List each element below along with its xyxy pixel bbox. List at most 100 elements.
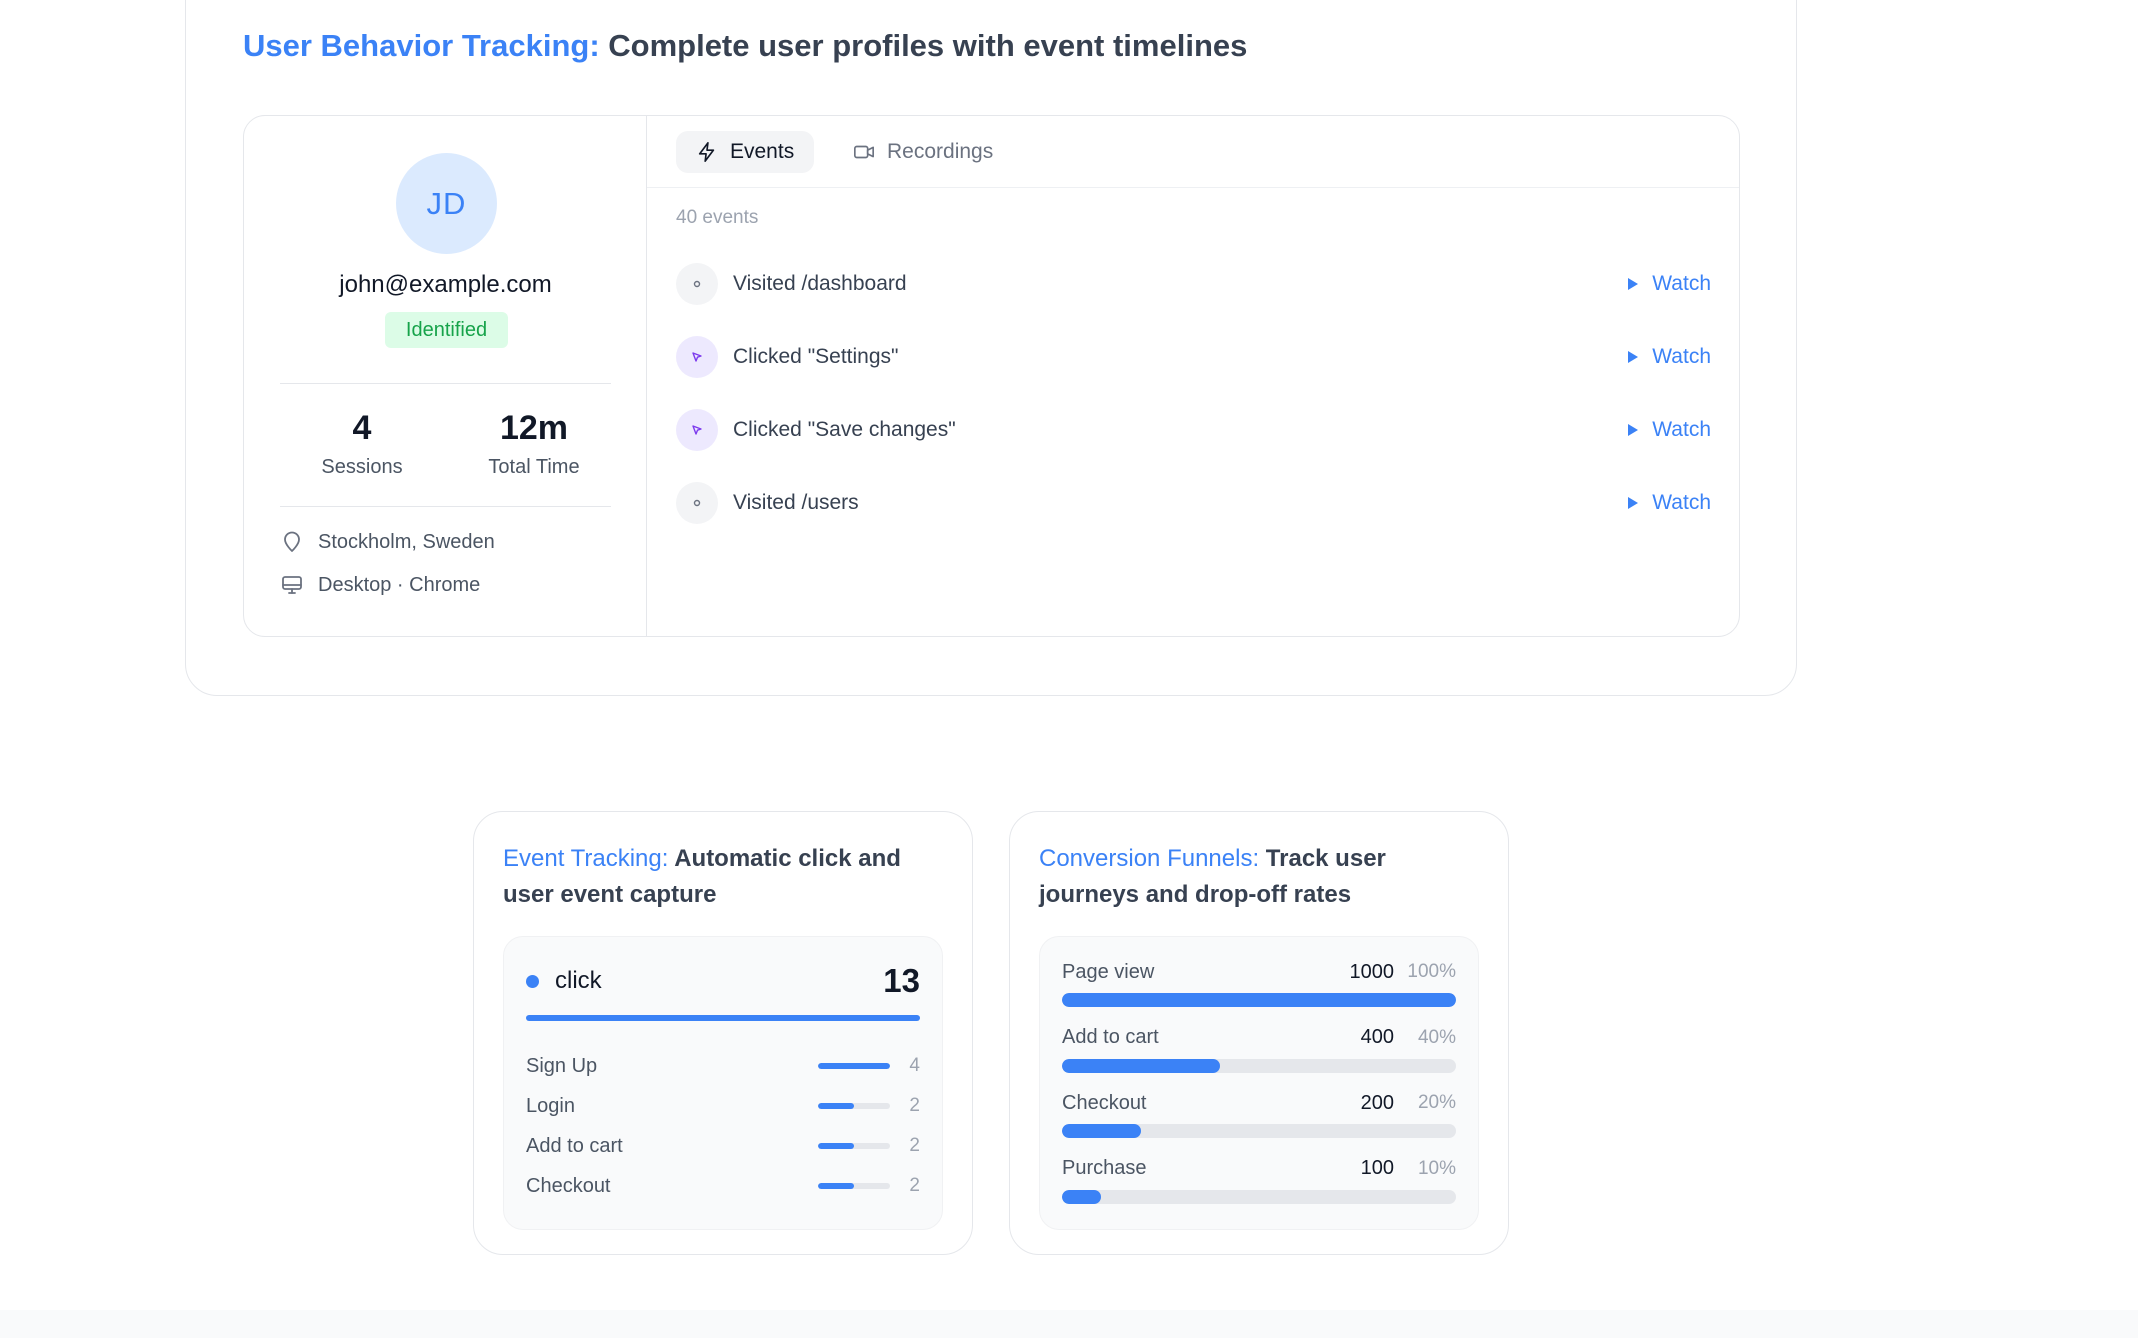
funnel-step-count: 1000 <box>1349 960 1395 983</box>
event-tracking-title: Event Tracking: Automatic click and user… <box>503 841 953 913</box>
event-tracking-panel: click 13 Sign Up 4 Login 2 Add to cart 2 Check… <box>503 936 943 1230</box>
profile-panel: JD john@example.com Identified 4 Session… <box>243 115 1740 637</box>
lightning-icon <box>698 142 715 162</box>
event-type-row: Add to cart 2 <box>526 1131 920 1161</box>
watch-label: Watch <box>1652 491 1711 514</box>
funnel-step: Add to cart 400 40% <box>1062 1023 1456 1083</box>
event-row: Visited /users Watch <box>676 481 1711 525</box>
funnel-step-bar <box>1062 1124 1456 1138</box>
event-label: Visited /dashboard <box>733 272 907 295</box>
watch-label: Watch <box>1652 418 1711 441</box>
event-type-label: Login <box>526 1094 575 1117</box>
event-type-bar-fill <box>818 1183 854 1189</box>
event-type-label: Add to cart <box>526 1134 623 1157</box>
event-type-bar <box>818 1063 890 1069</box>
event-type-count: 2 <box>909 1175 920 1196</box>
funnel-step-label: Purchase <box>1062 1157 1147 1179</box>
watch-label: Watch <box>1652 272 1711 295</box>
funnel-step-bar <box>1062 1189 1456 1204</box>
event-type-count: 2 <box>909 1095 920 1116</box>
play-icon <box>1628 351 1639 363</box>
event-type-label: Checkout <box>526 1174 611 1197</box>
tab-recordings[interactable]: Recordings <box>833 131 1013 173</box>
funnel-step-bar-fill <box>1062 1124 1141 1138</box>
profile-sidebar: JD john@example.com Identified 4 Session… <box>244 116 647 636</box>
funnel-step-bar <box>1062 1058 1456 1073</box>
watch-button[interactable]: Watch <box>1628 418 1711 442</box>
tab-events[interactable]: Events <box>676 131 815 173</box>
status-badge: Identified <box>385 312 508 348</box>
funnel-step-bar <box>1062 993 1456 1007</box>
funnel-step-label: Add to cart <box>1062 1026 1159 1048</box>
funnel-step: Purchase 100 10% <box>1062 1154 1456 1214</box>
event-type-count: 4 <box>909 1055 920 1076</box>
primary-event: click 13 <box>526 961 920 1001</box>
profile-email: john@example.com <box>339 271 552 298</box>
divider <box>280 506 611 507</box>
event-count: 40 events <box>676 207 759 228</box>
play-icon <box>1628 497 1639 509</box>
tab-label: Recordings <box>887 140 994 163</box>
page-view-icon <box>676 263 718 305</box>
event-type-bar <box>818 1143 890 1149</box>
event-type-bar-fill <box>818 1143 854 1149</box>
funnels-title: Conversion Funnels: Track user journeys … <box>1039 841 1489 913</box>
event-row: Visited /dashboard Watch <box>676 262 1711 306</box>
stat-value: 12m <box>499 409 569 447</box>
event-type-bar <box>818 1183 890 1189</box>
event-type-row: Checkout 2 <box>526 1171 920 1201</box>
funnel-step-bar-fill <box>1062 993 1456 1007</box>
event-tracking-card: Event Tracking: Automatic click and user… <box>473 811 973 1255</box>
stat-label: Sessions <box>321 456 403 478</box>
watch-button[interactable]: Watch <box>1628 491 1711 515</box>
funnel-step-count: 200 <box>1360 1091 1394 1114</box>
funnel-step-percent: 100% <box>1407 961 1456 982</box>
funnel-step-label: Checkout <box>1062 1091 1147 1114</box>
event-type-bar <box>818 1103 890 1109</box>
watch-button[interactable]: Watch <box>1628 345 1711 369</box>
event-type-label: Sign Up <box>526 1054 598 1077</box>
event-label: Clicked "Settings" <box>733 345 899 368</box>
funnel-step-percent: 10% <box>1417 1157 1456 1179</box>
funnel-step-label: Page view <box>1062 960 1155 983</box>
stat-total-time: 12m Total Time <box>454 409 614 479</box>
funnel-step-percent: 40% <box>1417 1026 1456 1048</box>
watch-label: Watch <box>1652 345 1711 368</box>
heading-text: Complete user profiles with event timeli… <box>599 28 1248 63</box>
funnel-step: Checkout 200 20% <box>1062 1088 1456 1148</box>
page-view-icon <box>676 482 718 524</box>
tab-bar: Events Recordings <box>647 116 1739 188</box>
event-type-row: Sign Up 4 <box>526 1051 920 1081</box>
location-text: Stockholm, Sweden <box>318 530 495 553</box>
stat-value: 4 <box>352 409 372 447</box>
stat-label: Total Time <box>488 456 580 478</box>
play-icon <box>1628 424 1639 436</box>
funnel-step-percent: 20% <box>1417 1092 1456 1113</box>
cursor-click-icon <box>676 409 718 451</box>
funnels-panel: Page view 1000 100% Add to cart 400 40% Checko… <box>1039 936 1479 1230</box>
title-accent: Conversion Funnels: <box>1039 845 1260 872</box>
footer-band <box>0 1310 2138 1338</box>
avatar: JD <box>396 153 497 254</box>
event-type-row: Login 2 <box>526 1091 920 1121</box>
funnel-step-bar-fill <box>1062 1058 1220 1073</box>
heading-accent: User Behavior Tracking: <box>243 28 600 63</box>
event-row: Clicked "Save changes" Watch <box>676 408 1711 452</box>
map-pin-icon <box>284 531 300 552</box>
divider <box>280 383 611 384</box>
conversion-funnels-card: Conversion Funnels: Track user journeys … <box>1009 811 1509 1255</box>
cursor-click-icon <box>676 336 718 378</box>
funnel-step-bar-fill <box>1062 1189 1102 1204</box>
funnel-step-count: 400 <box>1360 1026 1394 1048</box>
location-row: Stockholm, Sweden <box>280 530 495 554</box>
event-label: Clicked "Save changes" <box>733 418 956 441</box>
primary-event-name: click <box>555 967 602 994</box>
stat-sessions: 4 Sessions <box>282 409 442 479</box>
tab-label: Events <box>730 140 795 163</box>
funnel-step-count: 100 <box>1360 1157 1394 1179</box>
user-tracking-heading: User Behavior Tracking: Complete user pr… <box>243 28 1247 64</box>
video-icon <box>854 145 874 159</box>
title-accent: Event Tracking: <box>503 845 669 872</box>
watch-button[interactable]: Watch <box>1628 272 1711 296</box>
play-icon <box>1628 278 1639 290</box>
